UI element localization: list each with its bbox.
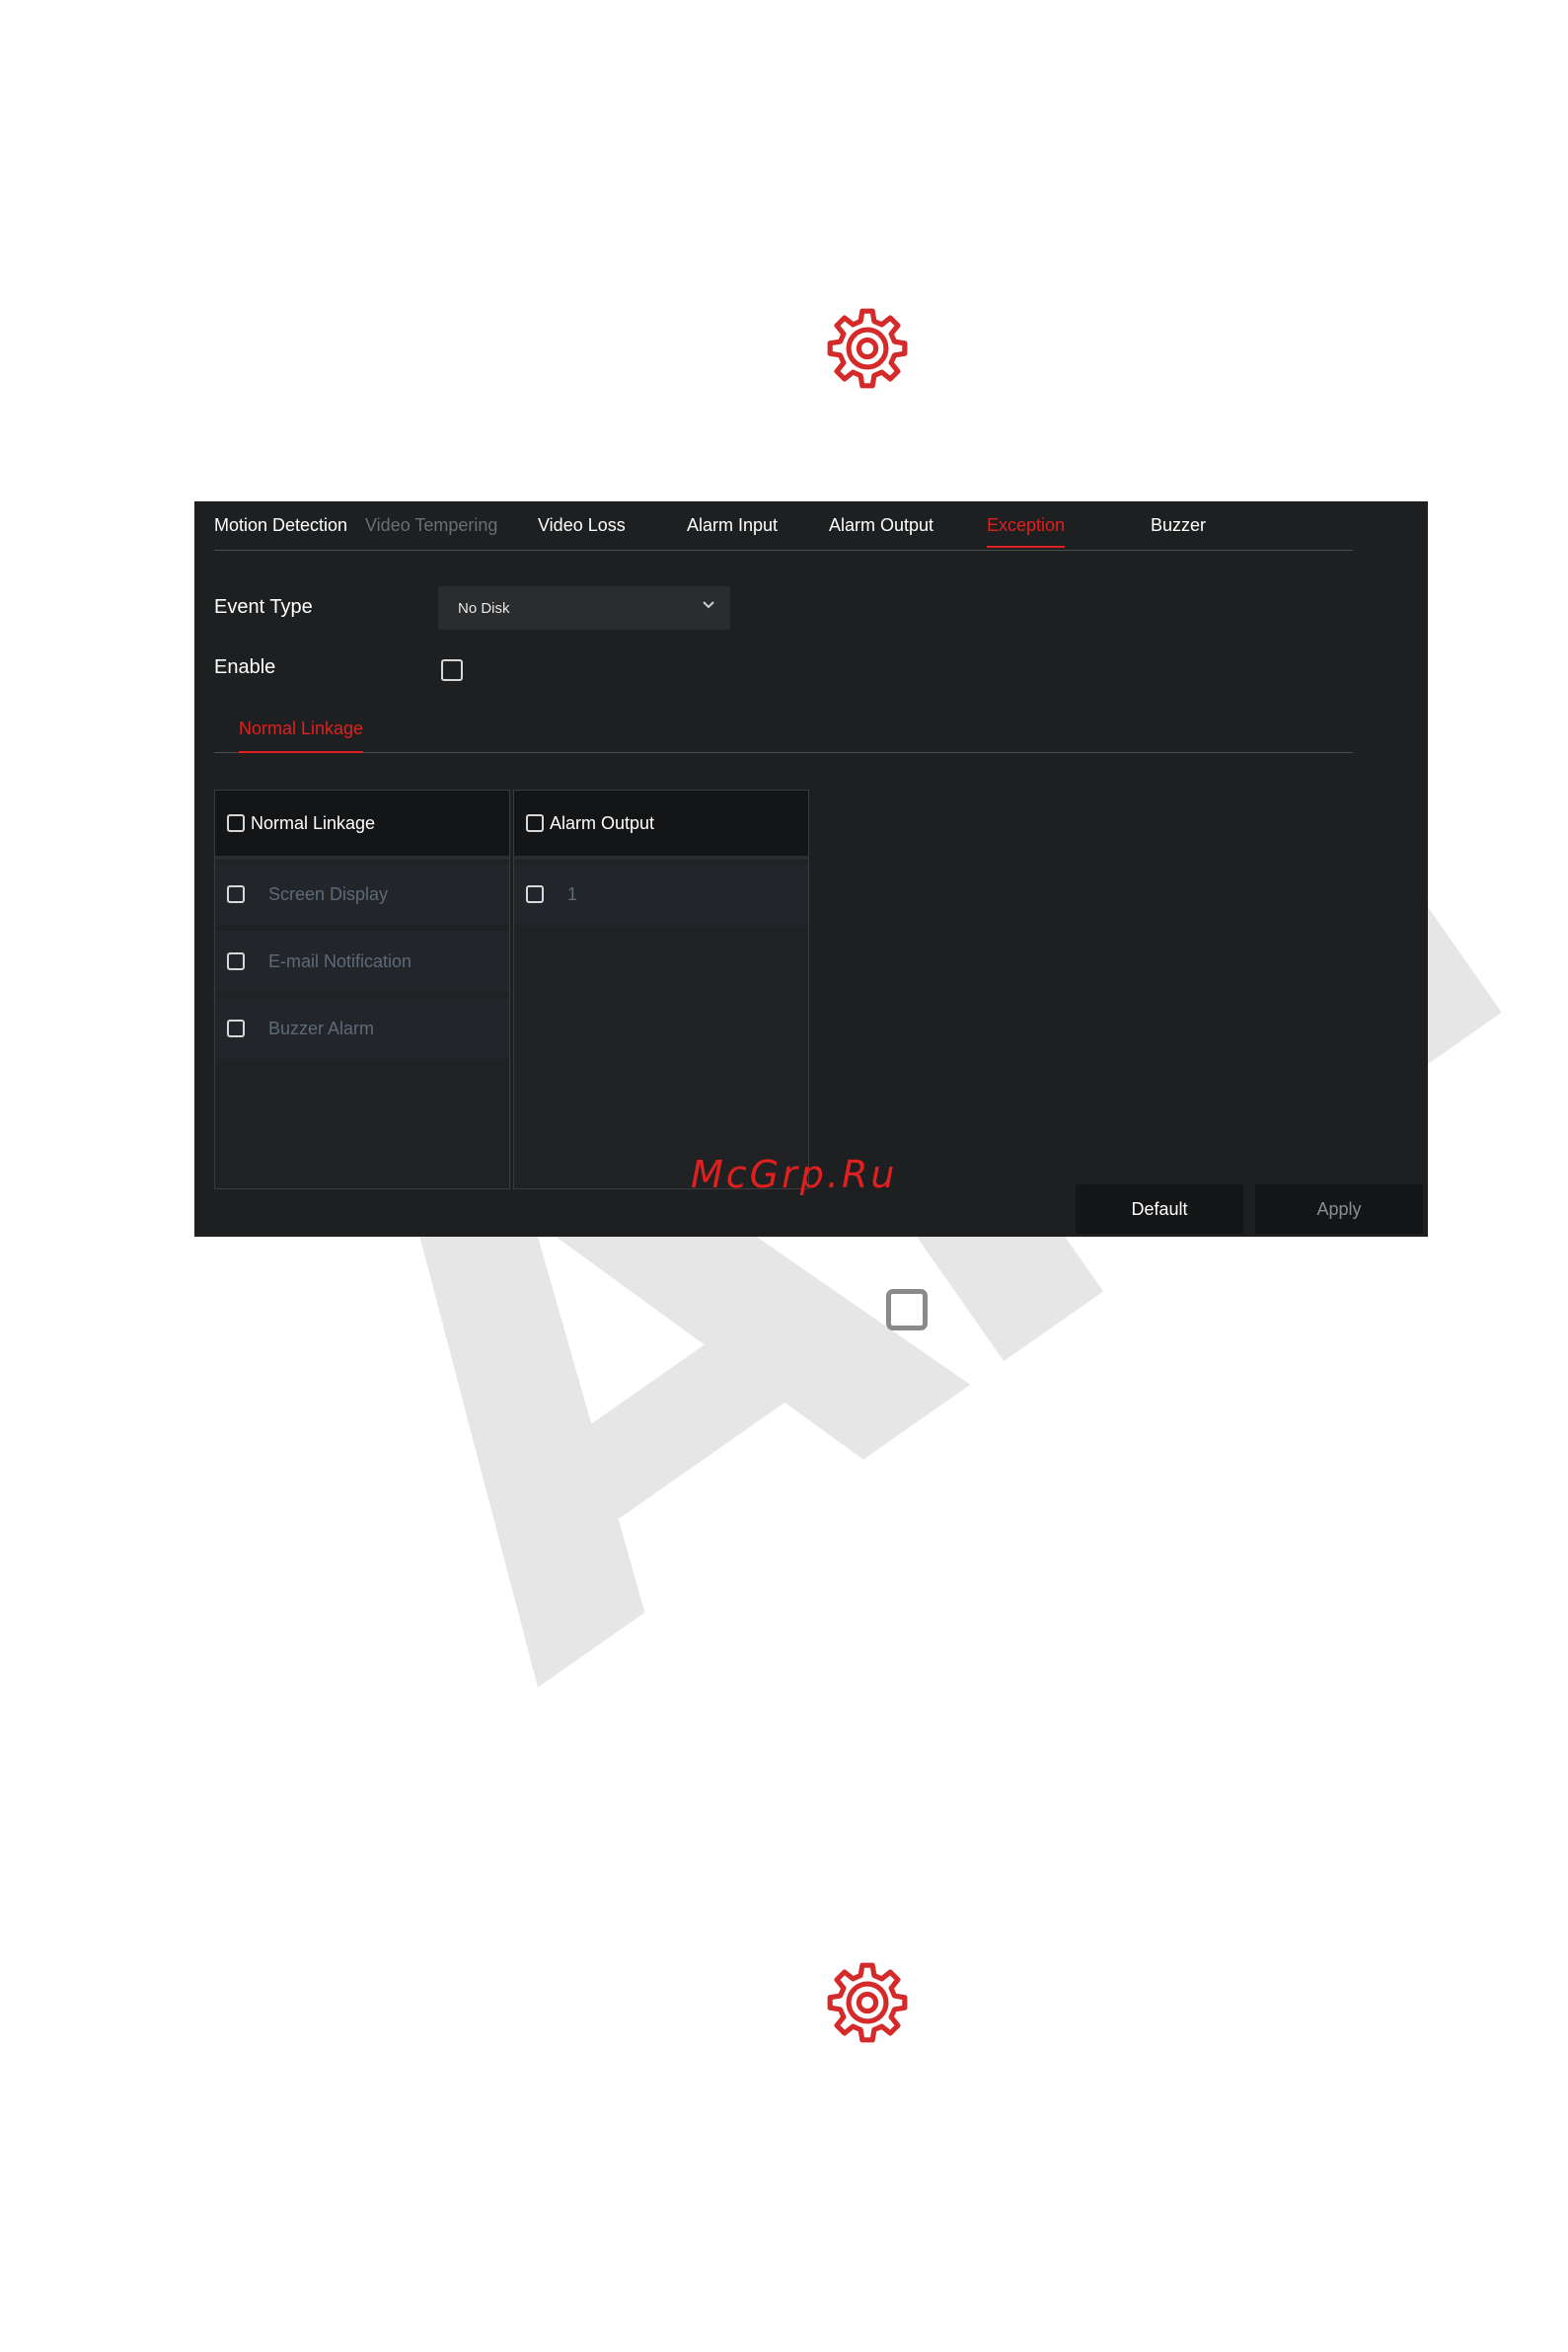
alarm-output-header-label: Alarm Output bbox=[550, 813, 655, 833]
list-item-label: 1 bbox=[567, 884, 578, 904]
event-type-select[interactable]: No Disk bbox=[438, 586, 730, 630]
list-item-label: Screen Display bbox=[268, 884, 389, 904]
list-item[interactable]: Screen Display bbox=[215, 864, 509, 925]
list-item[interactable]: E-mail Notification bbox=[215, 931, 509, 992]
list-item-label: Buzzer Alarm bbox=[268, 1019, 375, 1038]
default-button[interactable]: Default bbox=[1076, 1184, 1243, 1234]
apply-button[interactable]: Apply bbox=[1255, 1184, 1423, 1234]
tab-exception[interactable]: Exception bbox=[987, 515, 1066, 548]
gear-icon bbox=[827, 308, 908, 389]
enable-label: Enable bbox=[214, 656, 276, 678]
tab-alarm-input[interactable]: Alarm Input bbox=[687, 515, 778, 536]
checkbox-icon bbox=[886, 1289, 928, 1330]
tab-bar: Motion Detection Video Tempering Video L… bbox=[194, 501, 1353, 551]
alarm-output-header: Alarm Output bbox=[514, 791, 808, 860]
event-type-value: No Disk bbox=[458, 600, 510, 617]
tab-normal-linkage[interactable]: Normal Linkage bbox=[239, 719, 364, 753]
tab-divider bbox=[214, 550, 1353, 551]
alarm-output-column: Alarm Output 1 bbox=[513, 790, 809, 1189]
screen-display-checkbox[interactable] bbox=[227, 885, 245, 903]
settings-panel: Motion Detection Video Tempering Video L… bbox=[194, 501, 1428, 1237]
tab-alarm-output[interactable]: Alarm Output bbox=[829, 515, 933, 536]
tab-video-loss[interactable]: Video Loss bbox=[538, 515, 626, 536]
alarm-output-1-checkbox[interactable] bbox=[526, 885, 544, 903]
tab-video-tempering: Video Tempering bbox=[365, 515, 498, 535]
list-item[interactable]: 1 bbox=[514, 864, 808, 925]
normal-linkage-header: Normal Linkage bbox=[215, 791, 509, 860]
list-item[interactable]: Buzzer Alarm bbox=[215, 998, 509, 1059]
enable-checkbox[interactable] bbox=[441, 659, 463, 681]
buzzer-alarm-checkbox[interactable] bbox=[227, 1020, 245, 1037]
subtab-bar bbox=[214, 699, 1353, 753]
list-item-label: E-mail Notification bbox=[268, 951, 412, 971]
email-notification-checkbox[interactable] bbox=[227, 952, 245, 970]
gear-icon bbox=[827, 1962, 908, 2043]
tab-motion-detection[interactable]: Motion Detection bbox=[214, 515, 347, 536]
normal-linkage-select-all-checkbox[interactable] bbox=[227, 814, 245, 832]
tab-buzzer[interactable]: Buzzer bbox=[1151, 515, 1206, 536]
site-watermark: McGrp.Ru bbox=[691, 1153, 898, 1196]
subtab-divider bbox=[214, 752, 1353, 753]
alarm-output-select-all-checkbox[interactable] bbox=[526, 814, 544, 832]
chevron-down-icon bbox=[703, 601, 714, 609]
normal-linkage-header-label: Normal Linkage bbox=[251, 813, 376, 833]
normal-linkage-column: Normal Linkage Screen Display E-mail Not… bbox=[214, 790, 510, 1189]
event-type-label: Event Type bbox=[214, 596, 313, 618]
